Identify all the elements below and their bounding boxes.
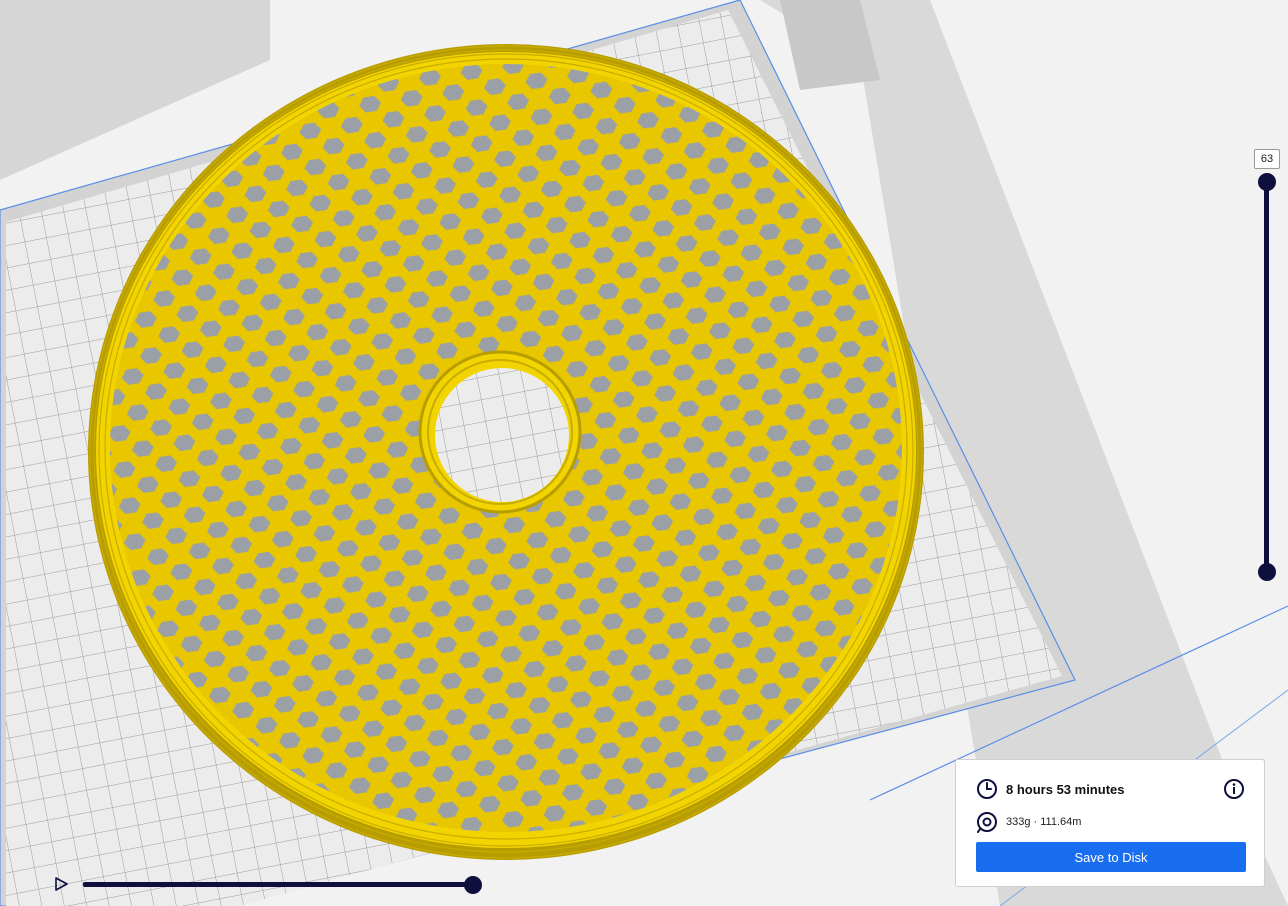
simulation-slider-handle[interactable] [464, 876, 482, 894]
play-button[interactable] [53, 876, 69, 892]
material-usage: 333g · 111.64m [1006, 816, 1082, 828]
print-time-row: 8 hours 53 minutes [976, 778, 1124, 800]
print-info-panel: 8 hours 53 minutes 333g · 111.64m Save t… [955, 759, 1265, 887]
simulation-slider-track[interactable] [83, 882, 475, 887]
info-icon [1224, 779, 1244, 799]
play-icon [55, 877, 68, 891]
spool-icon [977, 812, 997, 833]
layer-slider-lower-handle[interactable] [1258, 563, 1276, 581]
layer-number-badge[interactable]: 63 [1254, 149, 1280, 169]
print-time: 8 hours 53 minutes [1006, 781, 1125, 797]
model-center-hole [435, 368, 569, 502]
print-info-button[interactable] [1223, 778, 1245, 800]
save-to-disk-button[interactable]: Save to Disk [976, 842, 1246, 872]
material-row: 333g · 111.64m [976, 811, 1081, 833]
layer-slider-track[interactable] [1264, 182, 1269, 573]
layer-slider-upper-handle[interactable] [1258, 173, 1276, 191]
clock-icon [977, 779, 997, 799]
